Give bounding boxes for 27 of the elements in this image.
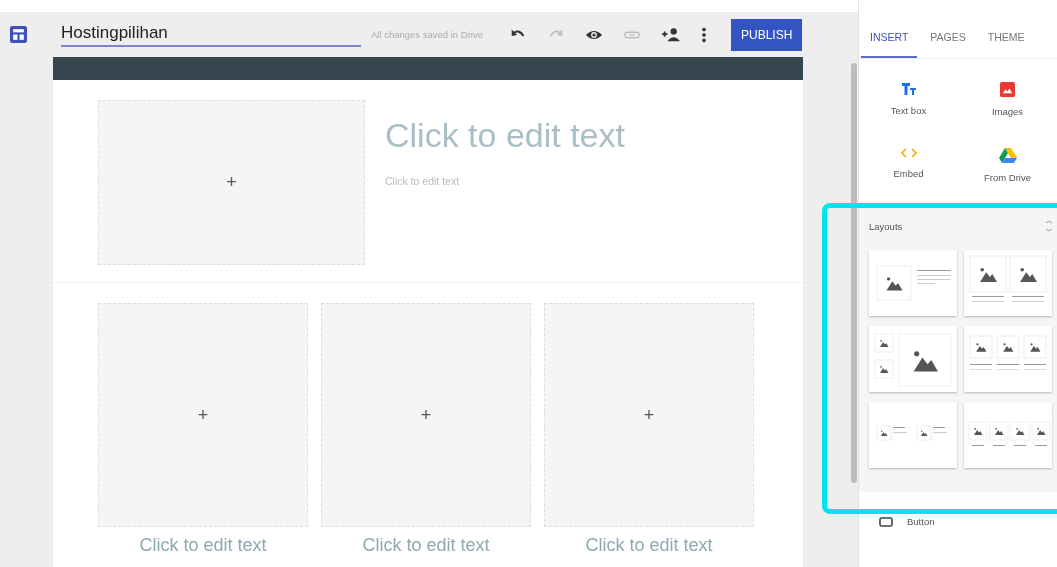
more-icon[interactable] (701, 25, 707, 44)
scrollbar[interactable] (851, 63, 857, 483)
insert-item[interactable]: Images (958, 81, 1057, 118)
image-placeholder[interactable]: + (98, 100, 365, 265)
layout-card[interactable] (964, 250, 1052, 316)
image-icon (1000, 82, 1015, 97)
insert-item[interactable]: Text box (859, 81, 958, 118)
insert-item[interactable]: From Drive (958, 146, 1057, 184)
site-title-field[interactable]: Hostingpilihan (61, 22, 361, 47)
insert-item[interactable]: Embed (859, 146, 958, 184)
collapse-icon[interactable] (1045, 220, 1053, 232)
insert-item[interactable]: Button (859, 492, 1057, 551)
layout-card[interactable] (869, 326, 957, 392)
section-title: Layouts (869, 220, 903, 232)
code-icon (900, 147, 917, 159)
panel-tab[interactable]: THEME (978, 31, 1034, 58)
image-placeholder[interactable]: + (544, 303, 754, 527)
panel-tab[interactable]: INSERT (861, 31, 918, 58)
add-person-icon[interactable] (661, 25, 681, 44)
publish-button[interactable]: PUBLISH (731, 18, 803, 51)
text-icon (900, 82, 917, 96)
button-icon (879, 516, 893, 527)
image-placeholder[interactable]: + (98, 303, 308, 527)
drive-icon (998, 147, 1017, 163)
sites-logo-icon[interactable] (10, 26, 27, 43)
image-placeholder[interactable]: + (321, 303, 531, 527)
panel-tab[interactable]: PAGES (921, 31, 975, 58)
